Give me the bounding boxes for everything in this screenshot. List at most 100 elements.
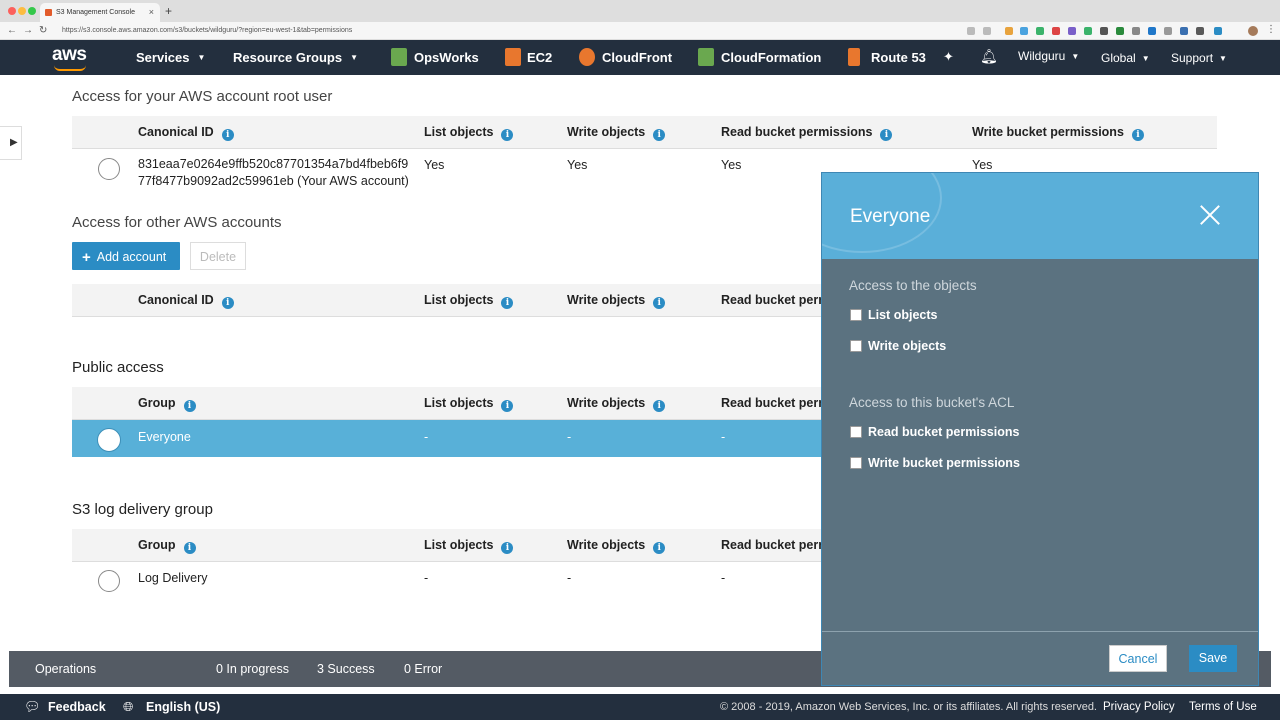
info-icon[interactable]: i (501, 542, 514, 554)
support-label: Support (1171, 51, 1214, 65)
add-account-button[interactable]: + Add account (72, 242, 180, 270)
feedback-link[interactable]: Feedback (48, 700, 106, 714)
shortcut-opsworks[interactable]: OpsWorks (414, 50, 479, 65)
row-radio-selected[interactable] (98, 429, 120, 451)
new-tab-icon[interactable]: + (165, 4, 172, 18)
section-title-public-access: Public access (72, 359, 164, 376)
browser-tab[interactable]: S3 Management Console × (40, 3, 160, 22)
extension-icon[interactable] (1116, 27, 1124, 35)
write-bucket-permissions-label: Write bucket permissions (868, 456, 1020, 470)
opsworks-icon (391, 48, 407, 66)
address-bar[interactable]: https://s3.console.aws.amazon.com/s3/buc… (56, 25, 986, 38)
sidebar-toggle[interactable]: ▶ (0, 126, 22, 160)
header-label: Canonical ID (138, 125, 214, 139)
extension-icon[interactable] (1084, 27, 1092, 35)
delete-button[interactable]: Delete (190, 242, 246, 270)
objects-access-heading: Access to the objects (849, 278, 977, 293)
resource-groups-menu[interactable]: Resource Groups ▼ (233, 50, 358, 65)
bookmark-star-icon[interactable] (983, 27, 991, 35)
root-table-header: Canonical ID i List objects i Write object… (72, 116, 1217, 149)
region-label: Global (1101, 51, 1136, 65)
close-tab-icon[interactable]: × (149, 7, 154, 17)
zoom-window-icon[interactable] (28, 7, 36, 15)
info-icon[interactable]: i (501, 400, 514, 412)
row-radio[interactable] (98, 158, 120, 180)
close-window-icon[interactable] (8, 7, 16, 15)
extension-icon[interactable] (1068, 27, 1076, 35)
minimize-window-icon[interactable] (18, 7, 26, 15)
cancel-button[interactable]: Cancel (1109, 645, 1167, 672)
forward-icon[interactable]: → (23, 25, 33, 36)
info-icon[interactable]: i (653, 129, 666, 141)
row-radio[interactable] (98, 570, 120, 592)
column-header-group: Group i (138, 538, 196, 554)
extension-icon[interactable] (1132, 27, 1140, 35)
info-icon[interactable]: i (221, 129, 234, 141)
info-icon[interactable]: i (183, 400, 196, 412)
bell-icon[interactable]: 🔔︎ (980, 48, 998, 65)
header-label: Read bucket permissions (721, 125, 873, 139)
shortcut-ec2[interactable]: EC2 (527, 50, 552, 65)
services-menu[interactable]: Services ▼ (136, 50, 205, 65)
account-menu[interactable]: Wildguru ▼ (1018, 49, 1079, 63)
info-icon[interactable]: i (653, 400, 666, 412)
back-icon[interactable]: ← (7, 25, 17, 36)
write-objects-checkbox[interactable] (850, 340, 862, 352)
column-header-read-bucket-permissions: Read bucket permissions i (721, 125, 893, 141)
extension-icon[interactable] (1164, 27, 1172, 35)
extension-icon[interactable] (1100, 27, 1108, 35)
extension-icon[interactable] (1005, 27, 1013, 35)
shortcut-route53[interactable]: Route 53 (871, 50, 926, 65)
column-header-read-bucket-permissions: Read bucket permi (721, 293, 833, 307)
extension-icon[interactable] (1052, 27, 1060, 35)
header-label: Group (138, 538, 176, 552)
column-header-read-bucket-permissions: Read bucket perm (721, 396, 829, 410)
terms-of-use-link[interactable]: Terms of Use (1189, 701, 1257, 713)
browser-menu-icon[interactable]: ⋮ (1266, 24, 1276, 35)
shortcut-cloudformation[interactable]: CloudFormation (721, 50, 821, 65)
extension-icon[interactable] (1196, 27, 1204, 35)
extension-icon[interactable] (1036, 27, 1044, 35)
chevron-down-icon: ▼ (350, 53, 359, 62)
section-title-log-delivery: S3 log delivery group (72, 501, 213, 518)
pin-icon[interactable]: ✦ (943, 49, 954, 65)
profile-avatar[interactable] (1248, 26, 1258, 36)
copyright-text: © 2008 - 2019, Amazon Web Services, Inc.… (720, 701, 1097, 713)
column-header-write-objects: Write objects i (567, 538, 666, 554)
header-label: Write objects (567, 125, 646, 139)
save-button[interactable]: Save (1189, 645, 1237, 672)
list-objects-checkbox[interactable] (850, 309, 862, 321)
operations-label: Operations (35, 662, 97, 676)
language-selector[interactable]: English (US) (146, 700, 220, 714)
extension-icon[interactable] (1180, 27, 1188, 35)
aws-navbar: aws Services ▼ Resource Groups ▼ OpsWorks … (0, 40, 1280, 75)
info-icon[interactable]: i (501, 297, 514, 309)
info-icon[interactable]: i (183, 542, 196, 554)
write-objects-cell: - (567, 571, 572, 585)
info-icon[interactable]: i (1131, 129, 1144, 141)
extension-icon[interactable] (1214, 27, 1222, 35)
write-bucket-permissions-checkbox[interactable] (850, 457, 862, 469)
section-title-other-accounts: Access for other AWS accounts (72, 214, 282, 231)
extension-icon[interactable] (1148, 27, 1156, 35)
info-icon[interactable]: i (653, 542, 666, 554)
panel-header: Everyone (822, 173, 1258, 259)
column-header-canonical-id: Canonical ID i (138, 293, 234, 309)
zoom-icon[interactable] (967, 27, 975, 35)
info-icon[interactable]: i (653, 297, 666, 309)
aws-logo[interactable]: aws (52, 44, 87, 71)
support-menu[interactable]: Support ▼ (1171, 51, 1227, 65)
info-icon[interactable]: i (880, 129, 893, 141)
operations-error: 0 Error (404, 662, 443, 676)
privacy-policy-link[interactable]: Privacy Policy (1103, 701, 1175, 713)
extension-icon[interactable] (1020, 27, 1028, 35)
close-icon[interactable] (1198, 203, 1222, 227)
shortcut-cloudfront[interactable]: CloudFront (602, 50, 672, 65)
read-bucket-permissions-checkbox[interactable] (850, 426, 862, 438)
header-label: Write objects (567, 293, 646, 307)
column-header-read-bucket-permissions: Read bucket perm (721, 538, 829, 552)
info-icon[interactable]: i (501, 129, 514, 141)
region-menu[interactable]: Global ▼ (1101, 51, 1150, 65)
reload-icon[interactable]: ↻ (39, 25, 47, 36)
info-icon[interactable]: i (221, 297, 234, 309)
